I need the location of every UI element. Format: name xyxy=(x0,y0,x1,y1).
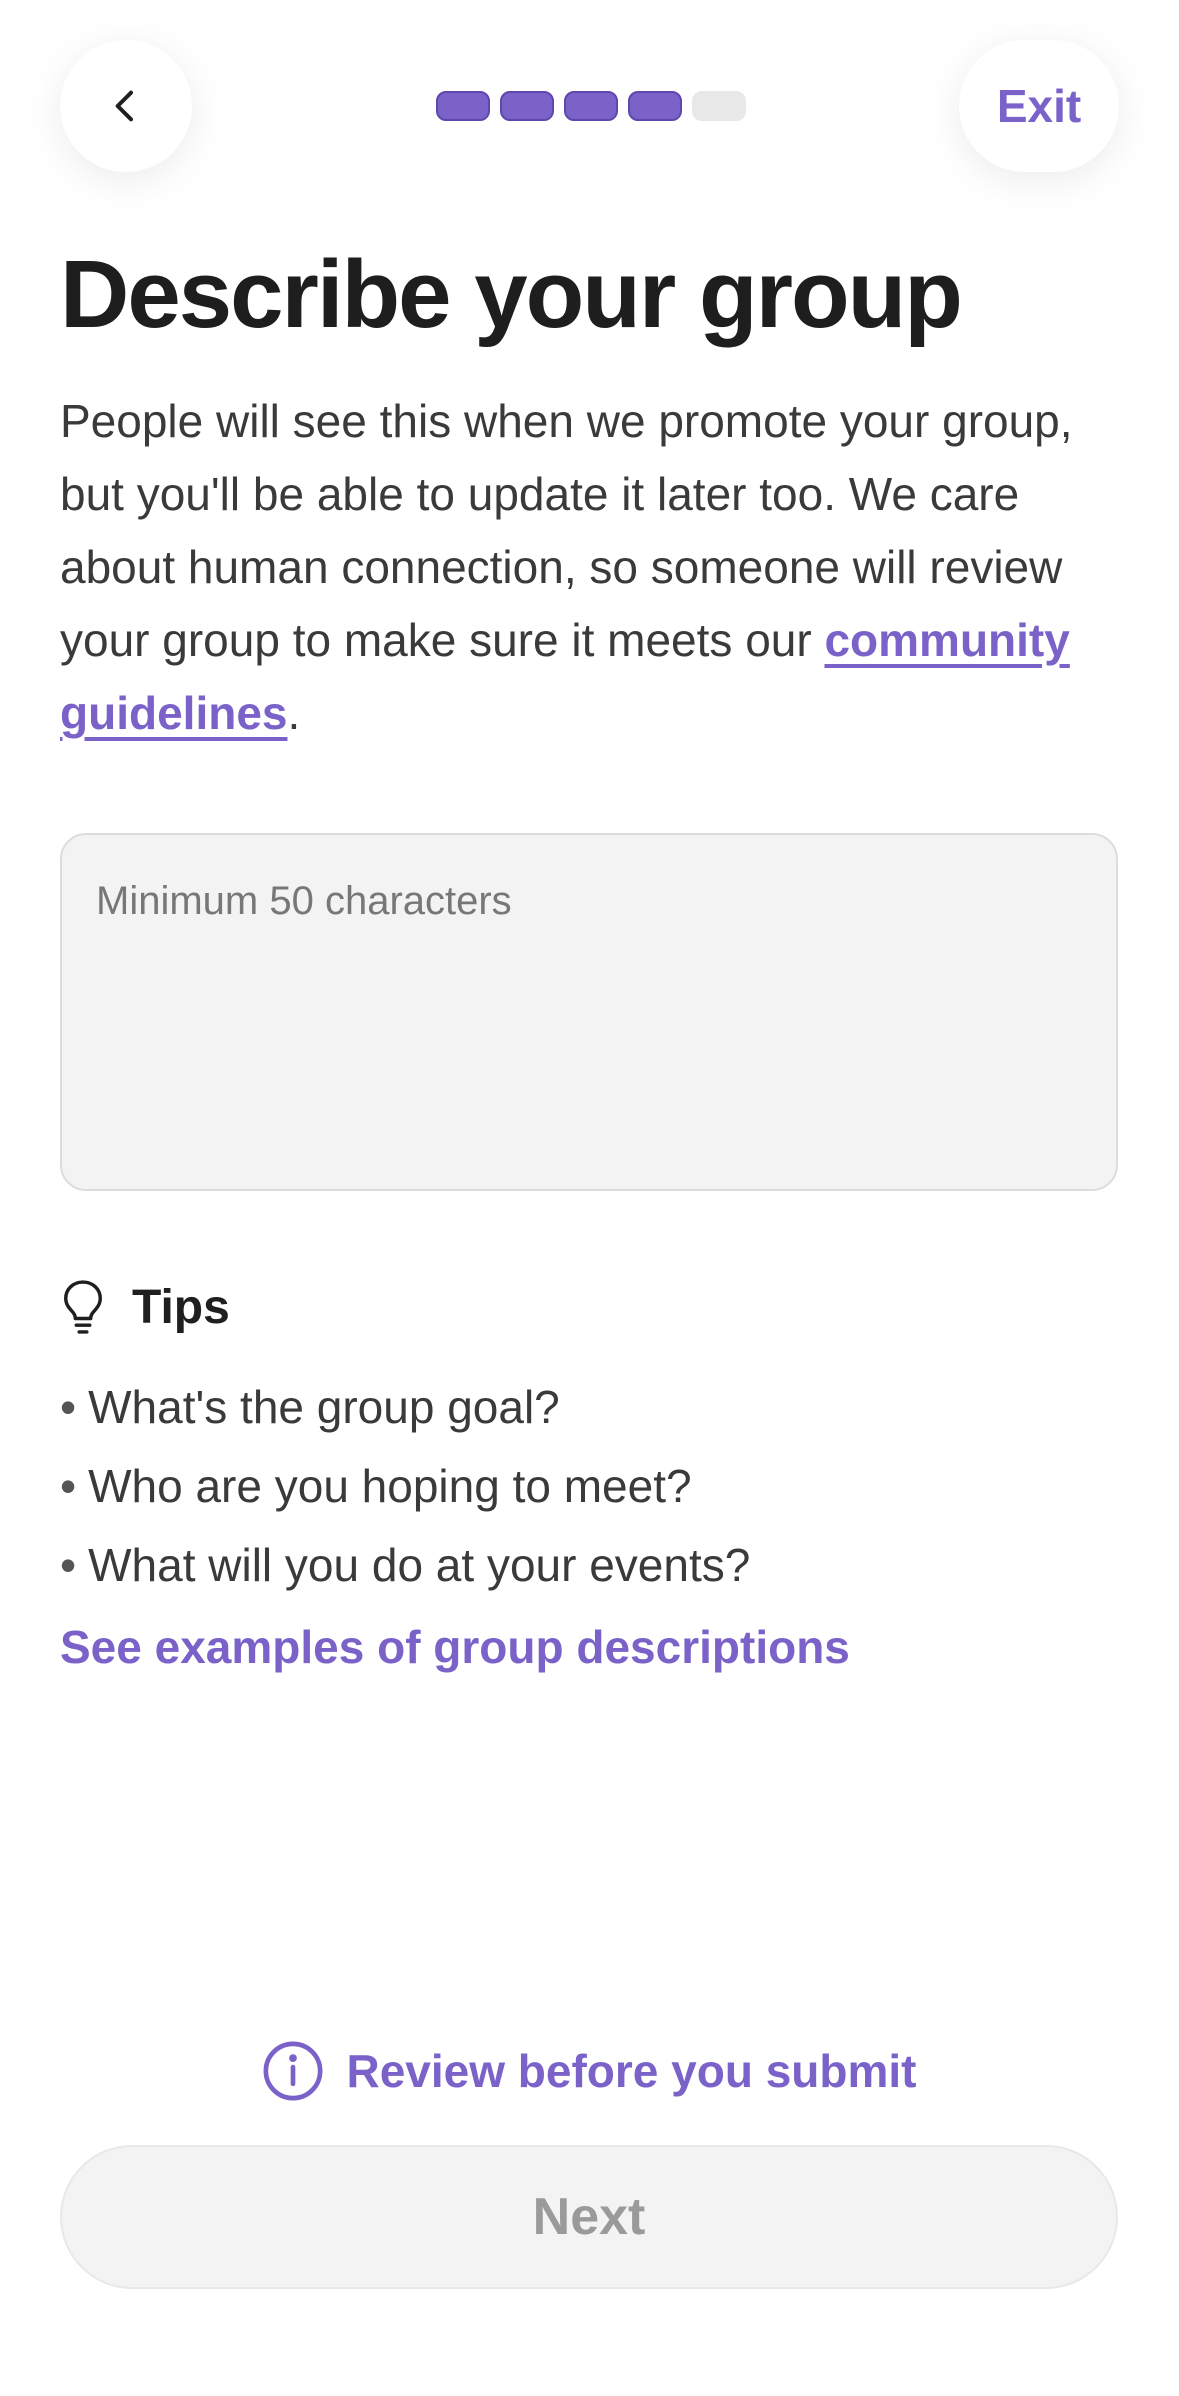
tip-item: Who are you hoping to meet? xyxy=(60,1447,750,1526)
progress-step-complete xyxy=(436,91,490,121)
tips-list: What's the group goal? Who are you hopin… xyxy=(60,1368,750,1605)
lightbulb-icon xyxy=(64,1280,102,1334)
page-description: People will see this when we promote you… xyxy=(60,385,1120,750)
chevron-left-icon xyxy=(115,90,133,122)
back-button[interactable] xyxy=(60,40,192,172)
group-description-input[interactable] xyxy=(60,833,1118,1191)
top-bar: Exit xyxy=(0,0,1179,220)
page-title: Describe your group xyxy=(60,241,963,348)
next-button[interactable]: Next xyxy=(60,2145,1118,2289)
exit-button[interactable]: Exit xyxy=(959,40,1119,172)
review-label: Review before you submit xyxy=(346,2045,917,2097)
tips-header: Tips xyxy=(60,1278,230,1336)
progress-step-complete xyxy=(628,91,682,121)
tip-item: What's the group goal? xyxy=(60,1368,750,1447)
tips-title: Tips xyxy=(132,1280,230,1334)
progress-step-complete xyxy=(564,91,618,121)
info-icon xyxy=(264,2041,323,2101)
tip-item: What will you do at your events? xyxy=(60,1526,750,1605)
description-end: . xyxy=(287,687,301,739)
review-before-submit-link[interactable]: Review before you submit xyxy=(0,2040,1179,2102)
step-progress xyxy=(436,91,746,121)
see-examples-link[interactable]: See examples of group descriptions xyxy=(60,1620,850,1674)
progress-step-complete xyxy=(500,91,554,121)
progress-step-pending xyxy=(692,91,746,121)
